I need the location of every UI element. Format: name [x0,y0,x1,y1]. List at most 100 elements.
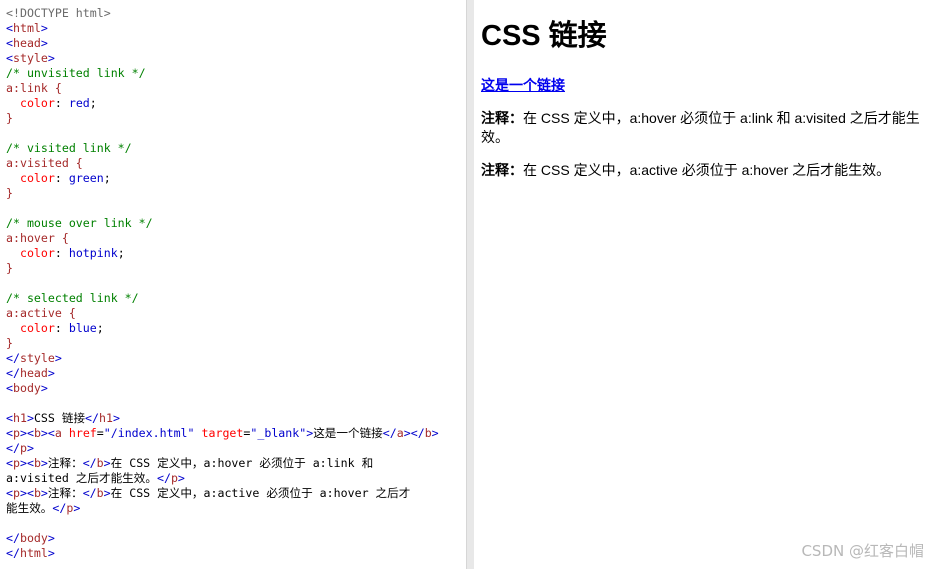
code-token: < [6,381,13,395]
code-token: 在 CSS 定义中，a:active 必须位于 a:hover 之后才 [110,486,411,500]
code-token: style [19,351,55,365]
code-line: /* selected link */ [6,291,466,306]
code-token: a:active { [6,306,76,320]
code-line: <p><b>注释：</b>在 CSS 定义中，a:active 必须位于 a:h… [6,486,466,501]
code-token: > [103,486,111,500]
code-token: < [6,486,13,500]
code-line: a:visited { [6,156,466,171]
code-token: /* unvisited link */ [6,66,146,80]
code-line: color: blue; [6,321,466,336]
code-token: color [6,246,55,260]
code-token: </ [6,546,20,560]
note-label: 注释： [481,162,523,178]
code-token: 注释： [47,486,83,500]
code-token: : [54,96,69,110]
note-text: 在 CSS 定义中，a:active 必须位于 a:hover 之后才能生效。 [523,162,891,178]
code-token: < [6,21,13,35]
code-token: color [6,171,55,185]
code-token: </ [52,501,67,515]
code-token: a:link { [6,81,62,95]
code-line: <p><b><a href="/index.html" target="_bla… [6,426,466,441]
code-token: > [26,411,34,425]
code-line: } [6,111,466,126]
code-token: "_blank" [250,426,307,440]
code-token: </ [85,411,100,425]
code-token: > [177,471,185,485]
code-line: <style> [6,51,466,66]
code-text[interactable]: <!DOCTYPE html> <html> <head> <style>/* unv… [0,0,466,561]
code-token: 在 CSS 定义中，a:hover 必须位于 a:link 和 [110,456,374,470]
code-token: p [12,486,20,500]
code-token: h1 [99,411,113,425]
code-token: <!DOCTYPE html> [6,6,111,20]
code-token: p [170,471,178,485]
code-token: body [12,381,41,395]
code-token: > [54,351,62,365]
code-token: </ [82,456,97,470]
code-token: hotpink [68,246,118,260]
code-line: <html> [6,21,466,36]
code-token: </ [6,441,20,455]
code-line: a:visited 之后才能生效。</p> [6,471,466,486]
code-token: target [201,426,244,440]
code-line: <!DOCTYPE html> [6,6,466,21]
code-line: 能生效。</p> [6,501,466,516]
code-line: color: green; [6,171,466,186]
pane-divider[interactable] [466,0,474,569]
code-token: p [19,441,27,455]
code-token: b [33,486,41,500]
code-token: : [54,321,69,335]
code-token: > [40,36,48,50]
code-token: > [40,21,48,35]
code-token: < [6,426,13,440]
code-line: /* unvisited link */ [6,66,466,81]
code-line: </html> [6,546,466,561]
code-token: 注释： [47,456,83,470]
code-line: <head> [6,36,466,51]
code-token: html [19,546,48,560]
code-token: > [40,381,48,395]
code-token: } [6,261,13,275]
code-token: color [6,321,55,335]
code-token: b [33,426,41,440]
code-token: < [6,51,13,65]
code-token: head [19,366,48,380]
code-token: /* selected link */ [6,291,139,305]
code-token: </ [6,351,20,365]
code-editor[interactable]: <!DOCTYPE html> <html> <head> <style>/* unv… [0,0,466,569]
watermark: CSDN @红客白帽 [801,542,924,560]
note-1: 注释：在 CSS 定义中，a:hover 必须位于 a:link 和 a:vis… [481,109,926,147]
note-label: 注释： [481,110,523,126]
code-token: >< [19,486,34,500]
code-token: : [54,246,69,260]
code-line: </style> [6,351,466,366]
code-token: b [96,456,104,470]
code-token: > [40,456,48,470]
code-line: <p><b>注释：</b>在 CSS 定义中，a:hover 必须位于 a:li… [6,456,466,471]
code-token: head [12,36,41,50]
code-token: < [6,456,13,470]
code-token: < [6,411,13,425]
code-token: >< [40,426,55,440]
note-2: 注释：在 CSS 定义中，a:active 必须位于 a:hover 之后才能生… [481,161,926,180]
code-token: a:hover { [6,231,69,245]
note-text: 在 CSS 定义中，a:hover 必须位于 a:link 和 a:visite… [481,110,920,145]
code-token: > [40,486,48,500]
code-token: a [54,426,69,440]
code-token: a:visited 之后才能生效。 [6,471,157,485]
code-token: >< [19,426,34,440]
result-heading: CSS 链接 [481,20,607,52]
code-token: >< [19,456,34,470]
code-token: } [6,111,13,125]
result-link[interactable]: 这是一个链接 [481,77,565,93]
code-token: ; [96,321,104,335]
code-token: p [12,426,20,440]
code-token: red [68,96,90,110]
code-token: ; [103,171,111,185]
code-token: > [103,456,111,470]
code-line: } [6,186,466,201]
code-token: } [6,336,13,350]
code-token: blue [68,321,97,335]
code-line: </p> [6,441,466,456]
